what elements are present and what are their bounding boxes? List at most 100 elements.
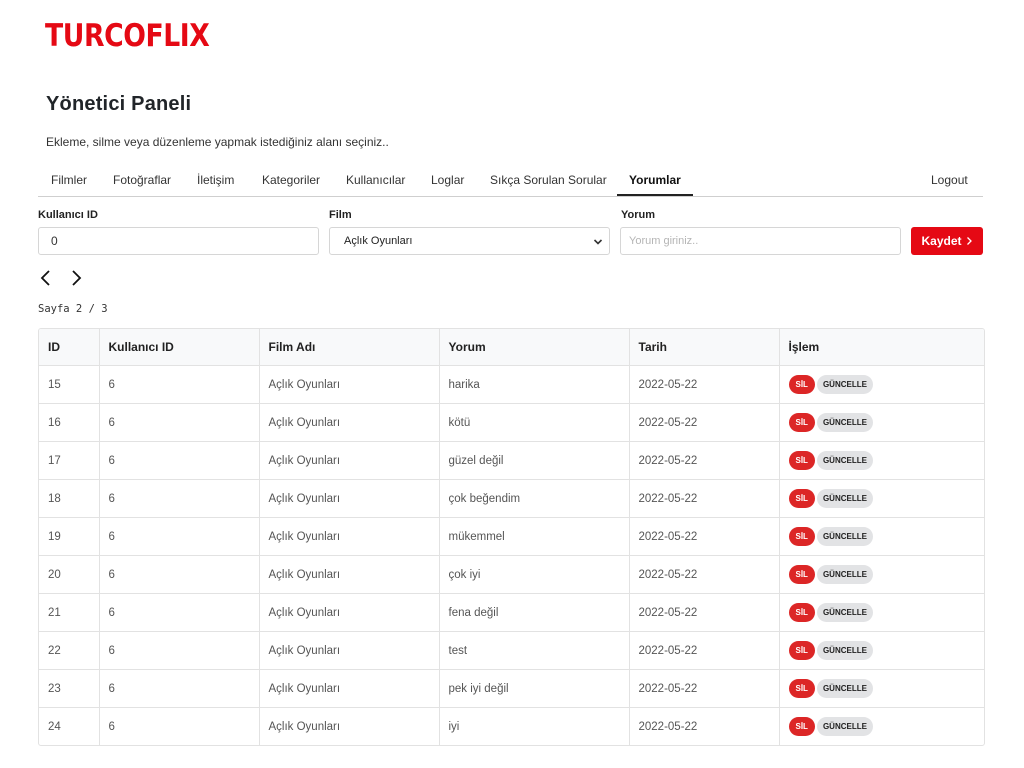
cell-comment: harika	[439, 365, 630, 404]
cell-id: 20	[39, 555, 100, 594]
cell-comment: güzel değil	[439, 441, 630, 480]
chevron-right-icon	[966, 237, 972, 245]
cell-id: 19	[39, 517, 100, 556]
cell-comment: pek iyi değil	[439, 669, 630, 708]
column-header-id: ID	[39, 329, 100, 366]
update-button[interactable]: GÜNCELLE	[816, 375, 873, 394]
tab-yorumlar[interactable]: Yorumlar	[626, 166, 684, 195]
cell-id: 21	[39, 593, 100, 632]
logout-link[interactable]: Logout	[928, 166, 971, 195]
delete-button[interactable]: SİL	[788, 527, 815, 546]
save-button[interactable]: Kaydet	[911, 227, 983, 255]
cell-film: Açlık Oyunları	[259, 631, 440, 670]
cell-user-id: 6	[99, 441, 260, 480]
cell-film: Açlık Oyunları	[259, 555, 440, 594]
cell-film: Açlık Oyunları	[259, 441, 440, 480]
delete-button[interactable]: SİL	[788, 413, 815, 432]
tab-filmler[interactable]: Filmler	[48, 166, 90, 195]
update-button[interactable]: GÜNCELLE	[816, 679, 873, 698]
cell-date: 2022-05-22	[629, 517, 780, 556]
page-title: Yönetici Paneli	[46, 93, 192, 115]
cell-date: 2022-05-22	[629, 631, 780, 670]
cell-comment: iyi	[439, 707, 630, 745]
table-row: 22 6 Açlık Oyunları test 2022-05-22 SİL GÜNCEL…	[39, 631, 984, 670]
cell-user-id: 6	[99, 555, 260, 594]
cell-comment: test	[439, 631, 630, 670]
turcoflix-logo[interactable]: TURCOFLIX	[45, 17, 210, 55]
chevron-right-icon[interactable]	[68, 269, 84, 287]
tab-kullanicilar[interactable]: Kullanıcılar	[343, 166, 408, 195]
comment-field[interactable]	[620, 227, 901, 255]
delete-button[interactable]: SİL	[788, 489, 815, 508]
cell-actions: SİL GÜNCELLE	[779, 669, 984, 708]
cell-id: 22	[39, 631, 100, 670]
delete-button[interactable]: SİL	[788, 375, 815, 394]
cell-comment: fena değil	[439, 593, 630, 632]
delete-button[interactable]: SİL	[788, 641, 815, 660]
page-indicator: Sayfa 2 / 3	[38, 303, 108, 315]
cell-comment: çok iyi	[439, 555, 630, 594]
update-button[interactable]: GÜNCELLE	[816, 527, 873, 546]
cell-actions: SİL GÜNCELLE	[779, 555, 984, 594]
table-row: 24 6 Açlık Oyunları iyi 2022-05-22 SİL GÜNCELL…	[39, 707, 984, 746]
cell-date: 2022-05-22	[629, 555, 780, 594]
cell-user-id: 6	[99, 479, 260, 518]
cell-film: Açlık Oyunları	[259, 365, 440, 404]
cell-user-id: 6	[99, 707, 260, 745]
cell-user-id: 6	[99, 631, 260, 670]
update-button[interactable]: GÜNCELLE	[816, 413, 873, 432]
update-button[interactable]: GÜNCELLE	[816, 603, 873, 622]
cell-actions: SİL GÜNCELLE	[779, 708, 984, 746]
comments-table: ID Kullanıcı ID Film Adı Yorum Tarih İşl…	[38, 328, 985, 746]
cell-id: 15	[39, 365, 100, 404]
cell-comment: çok beğendim	[439, 479, 630, 518]
tab-fotograflar[interactable]: Fotoğraflar	[110, 166, 174, 195]
table-header-row: ID Kullanıcı ID Film Adı Yorum Tarih İşl…	[39, 329, 984, 366]
table-row: 16 6 Açlık Oyunları kötü 2022-05-22 SİL GÜNCEL…	[39, 403, 984, 442]
cell-actions: SİL GÜNCELLE	[779, 631, 984, 670]
film-select-box[interactable]: Açlık Oyunları	[329, 227, 610, 255]
column-header-comment: Yorum	[439, 329, 630, 366]
cell-actions: SİL GÜNCELLE	[779, 403, 984, 442]
tab-iletisim[interactable]: İletişim	[194, 166, 237, 195]
cell-actions: SİL GÜNCELLE	[779, 593, 984, 632]
chevron-left-icon[interactable]	[38, 269, 54, 287]
cell-user-id: 6	[99, 669, 260, 708]
update-button[interactable]: GÜNCELLE	[816, 641, 873, 660]
column-header-action: İşlem	[779, 329, 984, 366]
update-button[interactable]: GÜNCELLE	[816, 717, 873, 736]
table-row: 19 6 Açlık Oyunları mükemmel 2022-05-22 SİL GÜ…	[39, 517, 984, 556]
delete-button[interactable]: SİL	[788, 603, 815, 622]
film-label: Film	[329, 209, 352, 221]
tab-loglar[interactable]: Loglar	[428, 166, 467, 195]
cell-film: Açlık Oyunları	[259, 593, 440, 632]
delete-button[interactable]: SİL	[788, 565, 815, 584]
cell-user-id: 6	[99, 403, 260, 442]
film-select[interactable]: Açlık Oyunları	[329, 227, 610, 255]
cell-date: 2022-05-22	[629, 669, 780, 708]
film-select-value: Açlık Oyunları	[344, 235, 413, 247]
table-row: 18 6 Açlık Oyunları çok beğendim 2022-05-22 S…	[39, 479, 984, 518]
update-button[interactable]: GÜNCELLE	[816, 565, 873, 584]
table-row: 15 6 Açlık Oyunları harika 2022-05-22 SİL GÜNC…	[39, 365, 984, 404]
table-row: 17 6 Açlık Oyunları güzel değil 2022-05-22 Sİ…	[39, 441, 984, 480]
column-header-user-id: Kullanıcı ID	[99, 329, 260, 366]
update-button[interactable]: GÜNCELLE	[816, 451, 873, 470]
tab-sss[interactable]: Sıkça Sorulan Sorular	[487, 166, 610, 195]
cell-date: 2022-05-22	[629, 593, 780, 632]
cell-film: Açlık Oyunları	[259, 707, 440, 745]
tab-kategoriler[interactable]: Kategoriler	[259, 166, 323, 195]
cell-film: Açlık Oyunları	[259, 669, 440, 708]
cell-date: 2022-05-22	[629, 707, 780, 745]
page-subtitle: Ekleme, silme veya düzenleme yapmak iste…	[46, 135, 389, 149]
save-button-label: Kaydet	[921, 234, 962, 248]
update-button[interactable]: GÜNCELLE	[816, 489, 873, 508]
cell-id: 17	[39, 441, 100, 480]
user-id-field[interactable]	[38, 227, 319, 255]
delete-button[interactable]: SİL	[788, 451, 815, 470]
delete-button[interactable]: SİL	[788, 717, 815, 736]
comment-label: Yorum	[621, 209, 656, 221]
cell-comment: kötü	[439, 403, 630, 442]
user-id-label: Kullanıcı ID	[38, 209, 98, 221]
delete-button[interactable]: SİL	[788, 679, 815, 698]
